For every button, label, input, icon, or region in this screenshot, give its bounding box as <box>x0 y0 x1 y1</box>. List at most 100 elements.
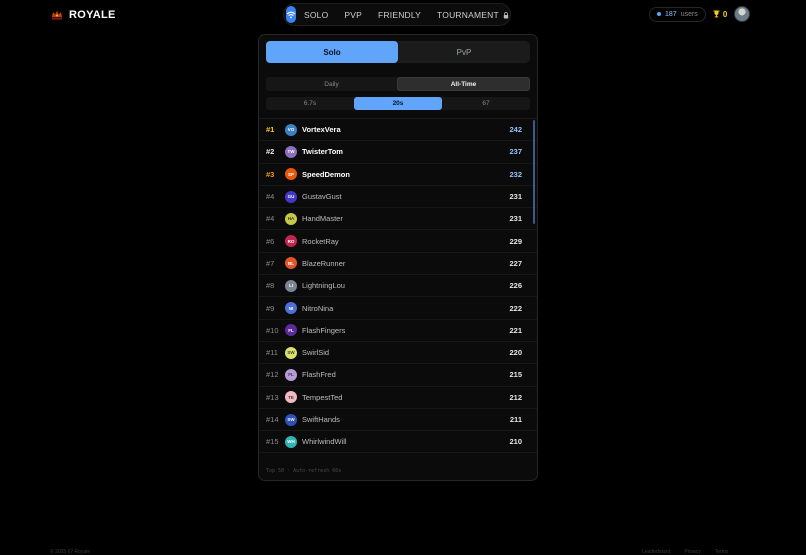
account-area: 187 users 0 <box>649 6 751 22</box>
row-rank: #4 <box>266 214 275 224</box>
row-rank: #3 <box>266 169 275 179</box>
leaderboard-footer-note: Top 50 · Auto-refresh 60s <box>266 468 342 474</box>
row-score: 232 <box>509 169 522 179</box>
row-score: 231 <box>509 214 522 224</box>
brand-logo-icon <box>50 8 64 22</box>
leaderboard-row[interactable]: #14 SW SwiftHands 211 <box>259 409 537 432</box>
row-username: NitroNina <box>302 303 334 313</box>
brand[interactable]: ROYALE <box>50 8 116 22</box>
row-username: SwirlSid <box>302 348 330 358</box>
leaderboard-row[interactable]: #9 NI NitroNina 222 <box>259 297 537 320</box>
leaderboard-panel: Solo PvP Daily All-Time 6.7s 20s 67 #1 VO… <box>258 34 538 481</box>
row-avatar: TE <box>285 391 297 404</box>
footer-link-terms[interactable]: Terms <box>715 549 729 555</box>
row-score: 242 <box>509 125 522 135</box>
row-score: 211 <box>509 415 522 424</box>
lock-icon <box>503 6 509 19</box>
leaderboard-row[interactable]: #13 TE TempestTed 212 <box>259 387 537 409</box>
wifi-icon <box>286 11 296 18</box>
row-avatar: LI <box>285 279 297 292</box>
leaderboard-row[interactable]: #12 FL FlashFred 215 <box>259 364 537 387</box>
user-avatar[interactable] <box>734 6 751 22</box>
mode-solo-link[interactable]: SOLO <box>304 10 328 20</box>
row-username: TempestTed <box>302 392 343 402</box>
tab-solo[interactable]: Solo <box>266 41 398 63</box>
tab-duration-6-7s[interactable]: 6.7s <box>266 97 354 110</box>
footer-link-leaderboard[interactable]: Leaderboard <box>642 549 670 555</box>
row-username: HandMaster <box>302 214 343 224</box>
leaderboard-row[interactable]: #11 SW SwirlSid 220 <box>259 342 537 365</box>
row-score: 220 <box>509 348 522 358</box>
row-score: 226 <box>509 281 522 291</box>
row-avatar: GU <box>285 190 297 203</box>
row-avatar: HA <box>285 212 297 225</box>
row-username: FlashFred <box>302 370 336 380</box>
row-username: RocketRay <box>302 236 339 246</box>
mode-pvp-link[interactable]: PVP <box>344 10 362 20</box>
leaderboard-row[interactable]: #1 VO VortexVera 242 <box>259 119 537 142</box>
leaderboard-row[interactable]: #10 FL FlashFingers 221 <box>259 320 537 342</box>
leaderboard-row[interactable]: #16 <box>259 453 537 455</box>
trophy-count: 0 <box>722 9 728 19</box>
online-dot-icon <box>657 12 661 16</box>
row-username: WhirlwindWill <box>302 437 347 447</box>
mode-switcher: SOLO PVP FRIENDLY TOURNAMENT <box>283 3 511 26</box>
row-username: FlashFingers <box>302 325 346 335</box>
row-rank: #4 <box>266 192 275 202</box>
leaderboard-list[interactable]: #1 VO VortexVera 242 #2 TW TwisterTom 237 #3 SP Sp… <box>259 118 537 455</box>
row-username: SwiftHands <box>302 415 340 424</box>
leaderboard-row[interactable]: #3 SP SpeedDemon 232 <box>259 164 537 186</box>
row-score: 222 <box>509 303 522 313</box>
row-avatar: SP <box>285 168 297 181</box>
row-rank: #1 <box>266 125 275 135</box>
row-score: 229 <box>509 236 522 246</box>
tab-daily[interactable]: Daily <box>266 77 397 91</box>
row-rank: #13 <box>266 392 279 402</box>
mode-tournament-link[interactable]: TOURNAMENT <box>437 10 499 20</box>
row-username: LightningLou <box>302 281 345 291</box>
row-rank: #10 <box>266 325 279 335</box>
top-navigation: ROYALE SOLO PVP FRIENDLY TOURNAMENT 187 … <box>0 0 806 30</box>
row-score: 231 <box>509 192 522 202</box>
row-rank: #8 <box>266 281 275 291</box>
row-rank: #15 <box>266 437 279 447</box>
leaderboard-row[interactable]: #6 RO RocketRay 229 <box>259 230 537 253</box>
online-users-label: users <box>680 10 698 18</box>
copyright-text: © 2025 67 Royale <box>50 549 91 555</box>
mode-home-button[interactable] <box>286 6 296 23</box>
row-rank: #6 <box>266 236 275 246</box>
row-avatar: FL <box>285 324 297 337</box>
trophy-counter[interactable]: 0 <box>713 10 727 19</box>
footer-link-privacy[interactable]: Privacy <box>684 549 700 555</box>
row-rank: #7 <box>266 258 275 268</box>
row-rank: #12 <box>266 370 279 380</box>
tab-duration-20s[interactable]: 20s <box>354 97 442 110</box>
leaderboard-row[interactable]: #7 BL BlazeRunner 227 <box>259 253 537 276</box>
row-score: 227 <box>509 258 522 268</box>
footer-links: Leaderboard Privacy Terms <box>642 549 728 555</box>
row-score: 210 <box>509 437 522 447</box>
tab-pvp[interactable]: PvP <box>398 41 530 63</box>
leaderboard-row[interactable]: #2 TW TwisterTom 237 <box>259 141 537 164</box>
row-avatar: TW <box>285 145 297 158</box>
leaderboard-type-tabs: Solo PvP <box>266 41 530 63</box>
row-avatar: RO <box>285 235 297 248</box>
mode-friendly-link[interactable]: FRIENDLY <box>378 10 421 20</box>
tab-all-time[interactable]: All-Time <box>397 77 530 91</box>
row-rank: #14 <box>266 415 279 424</box>
online-users-count: 187 <box>665 10 677 18</box>
row-rank: #11 <box>266 348 278 358</box>
leaderboard-row[interactable]: #4 HA HandMaster 231 <box>259 208 537 231</box>
row-score: 212 <box>509 392 522 402</box>
row-avatar: SW <box>285 346 297 359</box>
row-score: 221 <box>509 325 522 335</box>
row-username: SpeedDemon <box>302 169 350 179</box>
leaderboard-row[interactable]: #15 WH WhirlwindWill 210 <box>259 431 537 454</box>
row-rank: #9 <box>266 303 275 313</box>
leaderboard-scrollbar[interactable] <box>533 120 535 224</box>
leaderboard-row[interactable]: #4 GU GustavGust 231 <box>259 186 537 209</box>
brand-name: ROYALE <box>69 9 116 21</box>
row-avatar: VO <box>285 123 297 136</box>
leaderboard-row[interactable]: #8 LI LightningLou 226 <box>259 275 537 298</box>
tab-duration-67[interactable]: 67 <box>442 97 530 110</box>
